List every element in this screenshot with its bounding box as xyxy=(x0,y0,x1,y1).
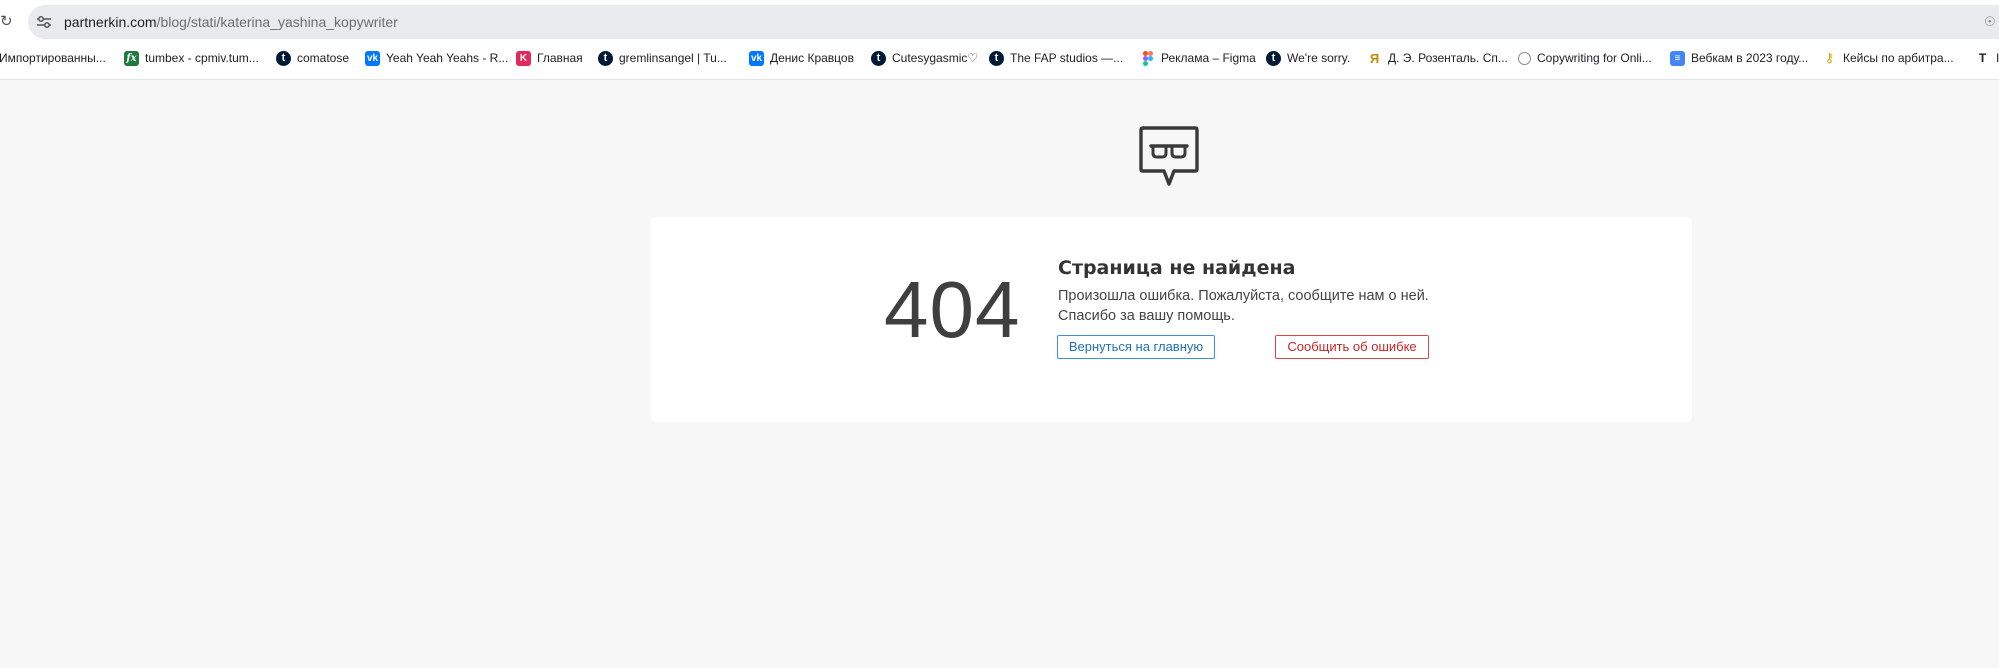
key-icon: ⚷ xyxy=(1824,50,1835,65)
bookmark-folder-imported[interactable]: Импортированны... xyxy=(0,47,106,69)
bookmark-were-sorry[interactable]: t We're sorry. xyxy=(1266,47,1350,69)
bookmark-figma[interactable]: Реклама – Figma xyxy=(1140,47,1256,69)
error-code: 404 xyxy=(884,265,1021,354)
speech-bubble-glasses-icon xyxy=(1138,125,1200,191)
bookmarks-bar: Импортированны... fx tumbex - cpmiv.tum.… xyxy=(0,47,1999,69)
tumblr-icon: t xyxy=(871,50,886,66)
figma-icon xyxy=(1140,50,1155,66)
browser-chrome: ↻ partnerkin.com/blog/stati/katerina_yas… xyxy=(0,0,1999,80)
bookmark-cases-arbitrage[interactable]: ⚷ Кейсы по арбитра... xyxy=(1822,47,1954,69)
vk-icon: vk xyxy=(365,50,380,66)
bookmark-label: Денис Кравцов xyxy=(770,51,854,65)
bookmark-copywriting[interactable]: Copywriting for Onli... xyxy=(1518,47,1652,69)
tumblr-icon: t xyxy=(598,50,613,66)
bookmark-gremlinsangel[interactable]: t gremlinsangel | Tu... xyxy=(598,47,727,69)
back-to-home-button[interactable]: Вернуться на главную xyxy=(1057,335,1215,359)
lens-icon[interactable]: ☉ xyxy=(1984,12,1999,32)
url-path: /blog/stati/katerina_yashina_kopywriter xyxy=(156,14,398,30)
bookmark-denis-kravtsov[interactable]: vk Денис Кравцов xyxy=(749,47,854,69)
url-text[interactable]: partnerkin.com/blog/stati/katerina_yashi… xyxy=(64,12,398,32)
bookmark-label: Yeah Yeah Yeahs - R... xyxy=(386,51,509,65)
bookmark-label: Вебкам в 2023 году... xyxy=(1691,51,1809,65)
bookmark-label: We're sorry. xyxy=(1287,51,1351,65)
reload-icon[interactable]: ↻ xyxy=(0,12,16,32)
bookmark-fap-studios[interactable]: t The FAP studios —... xyxy=(989,47,1123,69)
bookmark-label: Cutesygasmic♡ xyxy=(892,51,979,65)
bookmark-label: tumbex - cpmiv.tum... xyxy=(145,51,259,65)
bookmark-label: comatose xyxy=(297,51,350,65)
yandex-icon: Я xyxy=(1369,50,1380,66)
bookmark-tumbex[interactable]: fx tumbex - cpmiv.tum... xyxy=(124,47,259,69)
bookmark-label: Реклама – Figma xyxy=(1161,51,1256,65)
vk-icon: vk xyxy=(749,50,764,66)
tumblr-icon: t xyxy=(989,50,1004,66)
bookmark-favicon-icon: T xyxy=(1978,51,1987,65)
tumblr-icon: t xyxy=(276,50,291,66)
bookmark-label: Д. Э. Розенталь. Сп... xyxy=(1388,51,1508,65)
google-docs-icon: ≡ xyxy=(1670,50,1685,66)
bookmark-label: The FAP studios —... xyxy=(1010,51,1124,65)
error-title: Страница не найдена xyxy=(1058,257,1296,279)
report-error-button[interactable]: Сообщить об ошибке xyxy=(1275,335,1429,359)
kinopoisk-icon: K xyxy=(516,50,531,66)
bookmark-glavnaya[interactable]: K Главная xyxy=(516,47,583,69)
bookmark-label: Copywriting for Onli... xyxy=(1537,51,1652,65)
bookmark-label: Главная xyxy=(537,51,583,65)
tumblr-icon: t xyxy=(1266,50,1281,66)
bookmark-label: gremlinsangel | Tu... xyxy=(619,51,727,65)
globe-icon xyxy=(1518,51,1531,65)
url-host: partnerkin.com xyxy=(64,14,157,30)
bookmark-webcam-2023[interactable]: ≡ Вебкам в 2023 году... xyxy=(1670,47,1808,69)
fx-icon: fx xyxy=(124,50,139,66)
bookmark-yeah-yeah-yeahs[interactable]: vk Yeah Yeah Yeahs - R... xyxy=(365,47,508,69)
error-description: Произошла ошибка. Пожалуйста, сообщите н… xyxy=(1058,288,1429,324)
bookmark-cutesygasmic[interactable]: t Cutesygasmic♡ xyxy=(871,47,978,69)
bookmark-label: Импортированны... xyxy=(0,51,106,65)
site-settings-icon[interactable] xyxy=(34,10,54,34)
bookmark-truncated[interactable]: T I xyxy=(1975,47,1999,69)
bookmark-rosenthal[interactable]: Я Д. Э. Розенталь. Сп... xyxy=(1367,47,1508,69)
bookmark-comatose[interactable]: t comatose xyxy=(276,47,349,69)
bookmark-label: Кейсы по арбитра... xyxy=(1843,51,1954,65)
